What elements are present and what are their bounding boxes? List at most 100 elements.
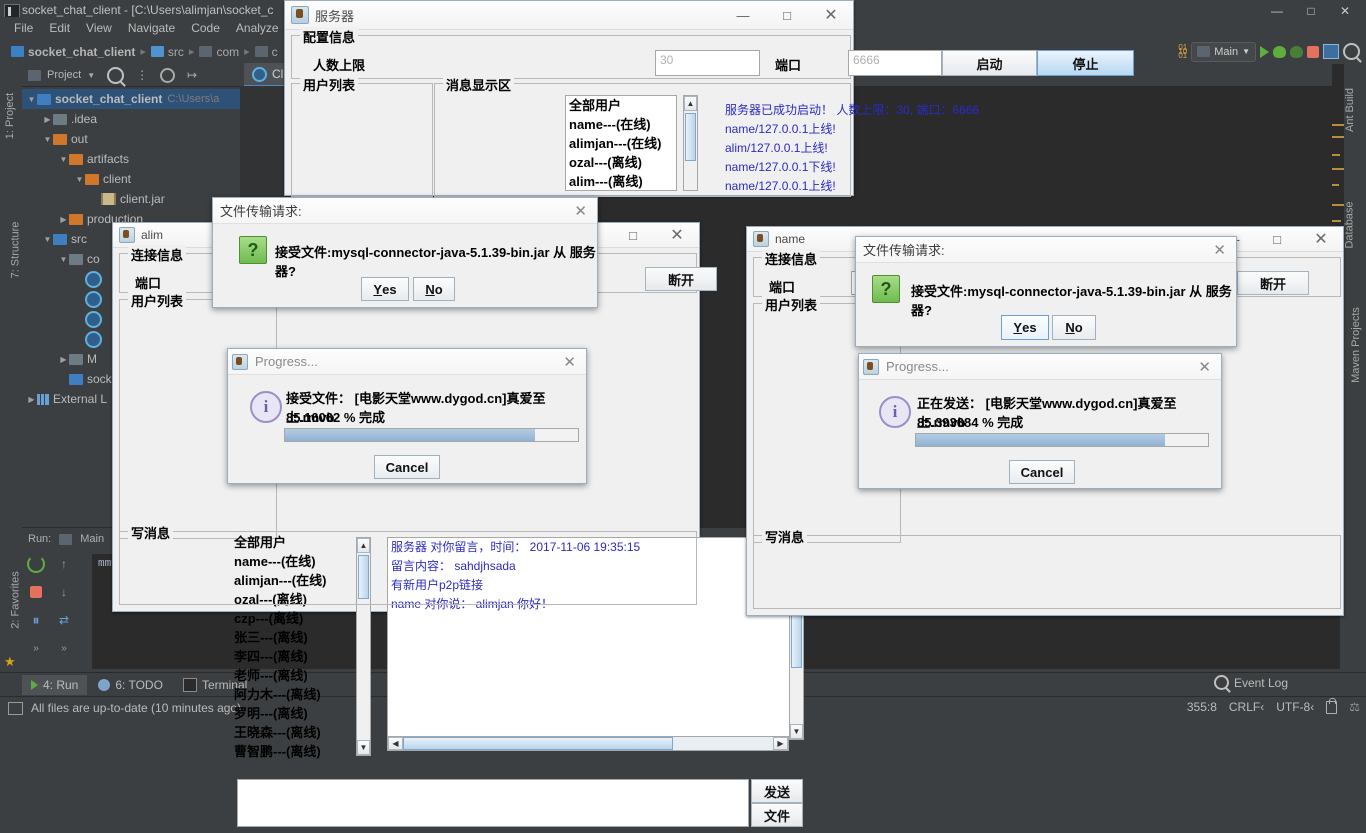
- client-left-file-button[interactable]: 文件: [751, 803, 803, 827]
- event-log-button[interactable]: Event Log: [1213, 675, 1288, 690]
- hscrollbar-thumb[interactable]: [403, 737, 673, 750]
- project-tree-node[interactable]: ▼ socket_chat_client C:\Users\a: [22, 89, 240, 109]
- menu-navigate[interactable]: Navigate: [120, 19, 183, 37]
- rerun-icon[interactable]: [26, 554, 46, 574]
- close-icon[interactable]: ✕: [1213, 241, 1226, 259]
- menu-code[interactable]: Code: [183, 19, 228, 37]
- close-icon[interactable]: ✕: [1299, 228, 1343, 251]
- inspection-icon[interactable]: ⚖: [1349, 700, 1360, 714]
- close-icon[interactable]: ✕: [655, 224, 699, 247]
- client-left-send-button[interactable]: 发送: [751, 779, 803, 803]
- user-list-item[interactable]: 罗明---(离线): [231, 704, 363, 723]
- tree-expand-arrow-icon[interactable]: ▶: [26, 395, 37, 404]
- right-tool-strip[interactable]: Ant Build Database Maven Projects: [1343, 64, 1366, 672]
- locate-icon[interactable]: [107, 66, 125, 84]
- breadcrumb-com[interactable]: com: [194, 45, 244, 59]
- scroll-down-icon[interactable]: ↓: [54, 582, 74, 602]
- tree-expand-arrow-icon[interactable]: ▼: [74, 175, 85, 184]
- stop-icon[interactable]: [26, 582, 46, 602]
- tree-expand-arrow-icon[interactable]: ▼: [26, 95, 37, 104]
- dialog-titlebar[interactable]: 文件传输请求: ✕: [856, 237, 1236, 263]
- cancel-button[interactable]: Cancel: [1009, 460, 1075, 484]
- file-encoding[interactable]: UTF-8‹: [1276, 700, 1314, 714]
- pause-icon[interactable]: ⏸: [26, 610, 46, 630]
- tree-expand-arrow-icon[interactable]: ▼: [58, 255, 69, 264]
- scroll-down-arrow-icon[interactable]: ▼: [790, 724, 803, 739]
- breadcrumb-package[interactable]: c: [250, 45, 283, 59]
- run-window-toolbar[interactable]: ↑ ↓ ⏸ ⇄ » »: [26, 554, 86, 658]
- search-icon[interactable]: [1343, 43, 1360, 60]
- file-transfer-request-dialog-left[interactable]: 文件传输请求: ✕ ? 接受文件:mysql-connector-java-5.…: [212, 197, 598, 308]
- user-list-item[interactable]: 老师---(离线): [231, 666, 363, 685]
- stop-button[interactable]: [1307, 45, 1319, 58]
- tool-tab-database[interactable]: Database: [1344, 201, 1356, 248]
- soft-wrap-icon[interactable]: ⇄: [54, 610, 74, 630]
- caret-position[interactable]: 355:8: [1187, 700, 1217, 714]
- breadcrumb-src[interactable]: src: [146, 45, 189, 59]
- server-message-area[interactable]: 服务器已成功启动！ 人数上限：30, 端口：6666 name/127.0.0.1…: [722, 101, 1132, 193]
- server-window[interactable]: 服务器 — □ ✕ 配置信息 人数上限 30 端口 6666 启动 停止 用户列…: [284, 0, 1134, 197]
- file-transfer-request-dialog-right[interactable]: 文件传输请求: ✕ ? 接受文件:mysql-connector-java-5.…: [855, 236, 1237, 347]
- debug-button[interactable]: [1273, 45, 1286, 58]
- tree-expand-arrow-icon[interactable]: ▼: [42, 235, 53, 244]
- run-coverage-button[interactable]: [1290, 45, 1303, 58]
- scroll-up-icon[interactable]: ↑: [54, 554, 74, 574]
- run-toolbar[interactable]: 01 10 01 Main ▼: [1178, 39, 1366, 64]
- bottom-tab-todo[interactable]: 6: TODO: [89, 675, 172, 695]
- tree-expand-arrow-icon[interactable]: ▼: [42, 135, 53, 144]
- client-right-disconnect-button[interactable]: 断开: [1237, 271, 1309, 295]
- gear-icon[interactable]: [160, 67, 176, 83]
- client-left-message-input[interactable]: [237, 779, 749, 827]
- menu-edit[interactable]: Edit: [41, 19, 78, 37]
- project-tree-node[interactable]: ▼ client: [22, 169, 240, 189]
- collapse-all-icon[interactable]: ⋮: [136, 68, 148, 82]
- maximize-icon[interactable]: □: [765, 2, 809, 29]
- user-list-item[interactable]: 曹智鹏---(离线): [231, 742, 363, 760]
- dialog-titlebar[interactable]: Progress... ✕: [228, 349, 586, 375]
- client-left-msg-hscrollbar[interactable]: ◀ ▶: [387, 736, 789, 751]
- project-tree-node[interactable]: client.jar: [22, 189, 240, 209]
- close-icon[interactable]: ✕: [574, 202, 587, 220]
- line-separator[interactable]: CRLF‹: [1229, 700, 1264, 714]
- project-panel-header[interactable]: Project ▼ ⋮ ↦: [22, 64, 240, 87]
- server-window-controls[interactable]: — □ ✕: [721, 2, 853, 29]
- user-list-item[interactable]: 李四---(离线): [231, 647, 363, 666]
- tree-expand-arrow-icon[interactable]: ▶: [58, 215, 69, 224]
- tree-expand-arrow-icon[interactable]: ▶: [42, 115, 53, 124]
- breadcrumb-project[interactable]: socket_chat_client: [6, 45, 140, 59]
- left-tool-strip[interactable]: 1: Project 7: Structure 2: Favorites ★: [0, 64, 23, 672]
- expand-icon[interactable]: »: [26, 638, 46, 658]
- progress-dialog-left[interactable]: Progress... ✕ i 接受文件： [电影天堂www.dygod.cn]…: [227, 348, 587, 484]
- cancel-button[interactable]: Cancel: [374, 455, 440, 479]
- scroll-down-arrow-icon[interactable]: ▼: [357, 740, 370, 755]
- run-configuration-selector[interactable]: Main ▼: [1191, 41, 1256, 62]
- dialog-titlebar[interactable]: 文件传输请求: ✕: [213, 198, 597, 224]
- scroll-right-arrow-icon[interactable]: ▶: [773, 737, 788, 750]
- user-list-item[interactable]: 阿力木---(离线): [231, 685, 363, 704]
- menu-analyze[interactable]: Analyze: [228, 19, 287, 37]
- server-window-titlebar[interactable]: 服务器 — □ ✕: [285, 1, 853, 30]
- project-tree-node[interactable]: ▶ .idea: [22, 109, 240, 129]
- expand-all-icon[interactable]: »: [54, 638, 74, 658]
- user-list-item[interactable]: czp---(离线): [231, 609, 363, 628]
- chevron-down-icon[interactable]: ▼: [87, 71, 95, 80]
- project-tree-node[interactable]: ▼ artifacts: [22, 149, 240, 169]
- tool-tab-structure[interactable]: 7: Structure: [9, 222, 21, 279]
- tree-expand-arrow-icon[interactable]: ▼: [58, 155, 69, 164]
- tool-tab-favorites[interactable]: 2: Favorites: [10, 571, 22, 628]
- user-list-item[interactable]: 王晓森---(离线): [231, 723, 363, 742]
- project-tree-node[interactable]: ▼ out: [22, 129, 240, 149]
- close-icon[interactable]: ✕: [563, 353, 576, 371]
- start-button[interactable]: 启动: [942, 50, 1037, 76]
- port-input[interactable]: 6666: [848, 50, 942, 76]
- user-list-item[interactable]: 张三---(离线): [231, 628, 363, 647]
- minimize-icon[interactable]: —: [721, 2, 765, 29]
- close-icon[interactable]: ✕: [1198, 358, 1211, 376]
- tree-expand-arrow-icon[interactable]: ▶: [58, 355, 69, 364]
- tool-tab-ant-build[interactable]: Ant Build: [1344, 88, 1356, 132]
- close-icon[interactable]: ✕: [809, 2, 853, 29]
- bottom-tab-run[interactable]: 4: Run: [22, 675, 88, 695]
- scroll-left-arrow-icon[interactable]: ◀: [388, 737, 403, 750]
- hide-icon[interactable]: ↦: [187, 68, 197, 82]
- tool-tab-project[interactable]: 1: Project: [4, 93, 16, 139]
